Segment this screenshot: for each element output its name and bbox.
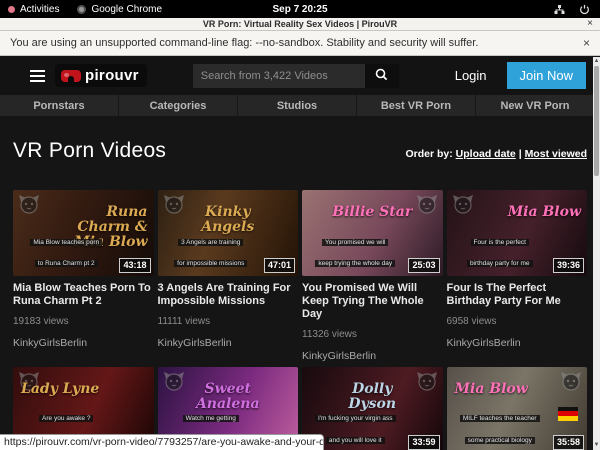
duration-badge: 47:01 (264, 258, 295, 273)
search-bar (193, 64, 399, 88)
thumbnail-caption: 3 Angels are trainingfor impossible miss… (158, 229, 265, 272)
thumbnail-model-name: Mia Blow (500, 205, 581, 220)
order-by-label: Order by: (405, 148, 452, 160)
video-title[interactable]: Mia Blow Teaches Porn To Runa Charm Pt 2 (13, 282, 154, 309)
app-name-label: Google Chrome (91, 4, 162, 15)
video-views: 11111 views (158, 316, 299, 327)
video-thumbnail[interactable]: Kinky Angels 3 Angels are trainingfor im… (158, 190, 299, 276)
video-title[interactable]: 3 Angels Are Training For Impossible Mis… (158, 282, 299, 309)
chrome-icon (77, 5, 86, 14)
thumbnail-caption: MILF teaches the teachersome practical b… (447, 405, 554, 448)
scroll-up-icon[interactable]: ▲ (593, 57, 600, 66)
main-content: VR Porn Videos Order by: Upload date | M… (0, 129, 600, 450)
sandbox-warning-bar: You are using an unsupported command-lin… (0, 31, 600, 56)
studio-cat-mask-icon (163, 371, 185, 396)
activities-label: Activities (20, 4, 59, 15)
studio-cat-mask-icon (560, 371, 582, 396)
window-titlebar: VR Porn: Virtual Reality Sex Videos | Pi… (0, 18, 600, 31)
window-close-icon[interactable]: × (587, 18, 593, 29)
window-title: VR Porn: Virtual Reality Sex Videos | Pi… (203, 19, 397, 29)
search-icon (375, 68, 388, 84)
thumbnail-caption: Four is the perfectbirthday party for me (447, 229, 554, 272)
thumbnail-caption: You promised we willkeep trying the whol… (302, 229, 409, 272)
join-now-button[interactable]: Join Now (507, 62, 586, 89)
main-nav: Pornstars Categories Studios Best VR Por… (0, 95, 600, 116)
clock[interactable]: Sep 7 20:25 (272, 4, 327, 15)
duration-badge: 25:03 (408, 258, 439, 273)
video-views: 11326 views (302, 329, 443, 340)
video-views: 6958 views (447, 316, 588, 327)
german-flag-icon (558, 407, 578, 421)
search-button[interactable] (365, 64, 399, 88)
video-card[interactable]: Kinky Angels 3 Angels are trainingfor im… (158, 190, 299, 362)
vr-goggles-icon (61, 70, 81, 82)
activities-button[interactable]: Activities (8, 4, 59, 15)
site-logo[interactable]: pirouvr (55, 64, 147, 87)
system-top-bar: Activities Google Chrome Sep 7 20:25 (0, 0, 600, 18)
page-title: VR Porn Videos (13, 139, 166, 163)
menu-hamburger-icon[interactable] (30, 70, 45, 82)
warning-text: You are using an unsupported command-lin… (10, 37, 478, 49)
video-thumbnail[interactable]: Mia Blow Four is the perfectbirthday par… (447, 190, 588, 276)
thumbnail-model-name: Lady Lyne (21, 382, 102, 397)
video-views: 19183 views (13, 316, 154, 327)
studio-cat-mask-icon (163, 194, 185, 219)
studio-cat-mask-icon (18, 194, 40, 219)
logo-text: pirouvr (85, 67, 139, 84)
studio-link[interactable]: KinkyGirlsBerlin (447, 337, 588, 349)
duration-badge: 39:36 (553, 258, 584, 273)
nav-item-pornstars[interactable]: Pornstars (0, 95, 118, 116)
search-input[interactable] (193, 64, 365, 88)
video-thumbnail[interactable]: Billie Star You promised we willkeep try… (302, 190, 443, 276)
studio-cat-mask-icon (416, 194, 438, 219)
studio-link[interactable]: KinkyGirlsBerlin (13, 337, 154, 349)
studio-link[interactable]: KinkyGirlsBerlin (158, 337, 299, 349)
order-separator: | (519, 148, 522, 160)
duration-badge: 43:18 (119, 258, 150, 273)
login-link[interactable]: Login (455, 68, 487, 83)
nav-item-best-vr-porn[interactable]: Best VR Porn (357, 95, 475, 116)
video-thumbnail[interactable]: Runa Charm & Mia Blow Mia Blow teaches p… (13, 190, 154, 276)
studio-link[interactable]: KinkyGirlsBerlin (302, 350, 443, 362)
active-app-menu[interactable]: Google Chrome (77, 4, 162, 15)
vertical-scrollbar[interactable]: ▲ ▼ (593, 57, 600, 450)
site-header: pirouvr Login Join Now (0, 56, 600, 95)
video-title[interactable]: Four Is The Perfect Birthday Party For M… (447, 282, 588, 309)
video-title[interactable]: You Promised We Will Keep Trying The Who… (302, 282, 443, 322)
video-card[interactable]: Mia Blow MILF teaches the teachersome pr… (447, 367, 588, 450)
studio-cat-mask-icon (452, 194, 474, 219)
order-by: Order by: Upload date | Most viewed (405, 148, 587, 163)
nav-item-new-vr-porn[interactable]: New VR Porn (476, 95, 594, 116)
video-grid: Runa Charm & Mia Blow Mia Blow teaches p… (13, 190, 587, 450)
network-icon[interactable] (554, 4, 565, 15)
video-card[interactable]: Mia Blow Four is the perfectbirthday par… (447, 190, 588, 362)
video-card[interactable]: Billie Star You promised we willkeep try… (302, 190, 443, 362)
thumbnail-model-name: Mia Blow (455, 382, 536, 397)
order-link-upload-date[interactable]: Upload date (456, 148, 516, 160)
duration-badge: 35:58 (553, 435, 584, 450)
scroll-down-icon[interactable]: ▼ (593, 441, 600, 450)
scrollbar-thumb[interactable] (594, 66, 599, 176)
duration-badge: 33:59 (408, 435, 439, 450)
warning-close-icon[interactable]: × (583, 36, 590, 50)
thumbnail-model-name: Billie Star (332, 205, 413, 220)
status-url-tooltip: https://pirouvr.com/vr-porn-video/779325… (0, 434, 324, 450)
nav-item-studios[interactable]: Studios (238, 95, 356, 116)
thumbnail-caption: Mia Blow teaches pornto Runa Charm pt 2 (13, 229, 120, 272)
studio-cat-mask-icon (416, 371, 438, 396)
video-thumbnail[interactable]: Mia Blow MILF teaches the teachersome pr… (447, 367, 588, 450)
notification-dot-icon (8, 6, 15, 13)
order-link-most-viewed[interactable]: Most viewed (525, 148, 587, 160)
nav-item-categories[interactable]: Categories (119, 95, 237, 116)
power-icon[interactable] (579, 4, 590, 15)
video-card[interactable]: Runa Charm & Mia Blow Mia Blow teaches p… (13, 190, 154, 362)
